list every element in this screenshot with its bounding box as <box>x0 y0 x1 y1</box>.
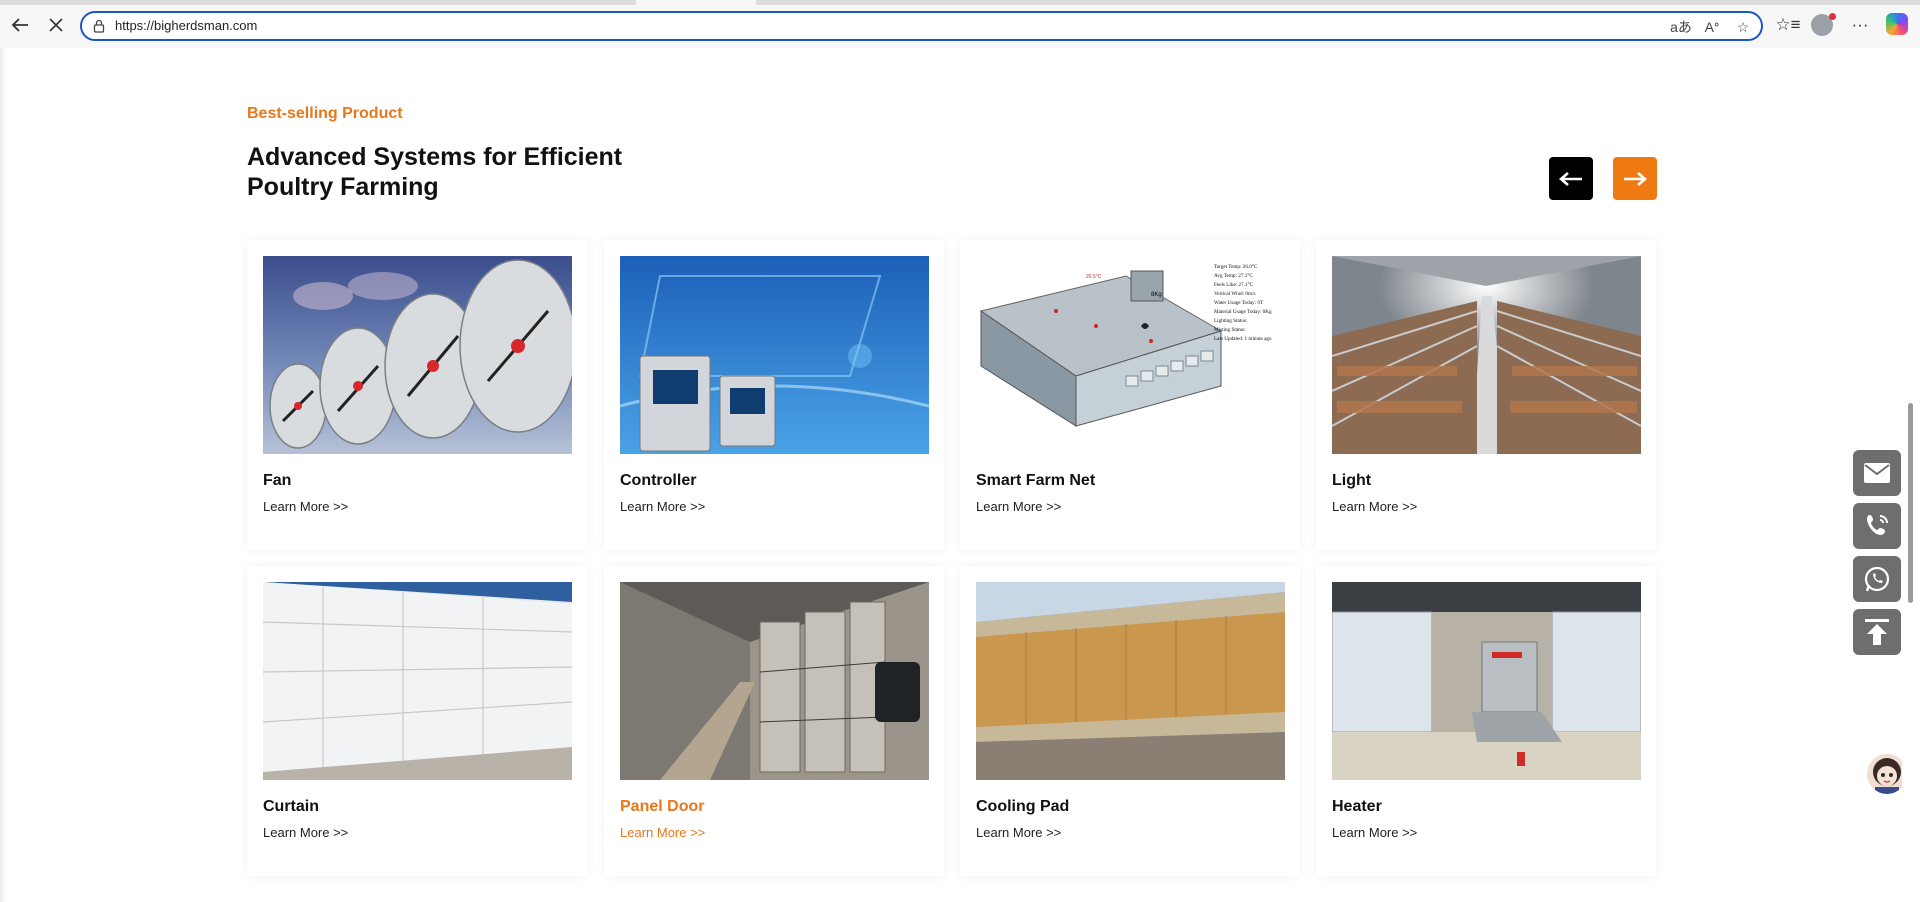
back-to-top-icon <box>1865 619 1889 645</box>
arrow-right-icon <box>1624 171 1647 186</box>
carousel-next-button[interactable] <box>1613 157 1657 200</box>
notification-dot <box>1829 13 1836 20</box>
smart-farm-stat: Feels Like: 27.1°C <box>1214 281 1254 288</box>
arrow-left-icon <box>1559 171 1582 186</box>
smart-farm-temp: 26.5°C <box>1086 274 1102 280</box>
url-text[interactable]: https://bigherdsman.com <box>115 18 257 33</box>
smart-farm-stat: Water Usage Today: 0T <box>1214 300 1264 306</box>
product-card-smart-farm-net[interactable]: 8Kg 26.5°C Target Temp: 26.0°C Avg Temp:… <box>960 240 1300 550</box>
product-title[interactable]: Curtain <box>263 798 319 816</box>
smart-farm-stat: Material Usage Today: 0Kg <box>1214 309 1272 315</box>
active-tab[interactable] <box>636 0 756 5</box>
learn-more-link[interactable]: Learn More >> <box>620 825 705 840</box>
learn-more-link[interactable]: Learn More >> <box>976 825 1061 840</box>
lock-icon <box>93 19 105 33</box>
panel-door-image[interactable] <box>620 582 929 780</box>
whatsapp-button[interactable] <box>1853 556 1901 602</box>
product-card-light[interactable]: Light Learn More >> <box>1316 240 1656 550</box>
product-card-cooling-pad[interactable]: Cooling Pad Learn More >> <box>960 566 1300 876</box>
product-title[interactable]: Heater <box>1332 798 1382 816</box>
favorite-star-icon[interactable]: ☆ <box>1732 17 1754 37</box>
learn-more-link[interactable]: Learn More >> <box>263 825 348 840</box>
section-heading: Advanced Systems for Efficient Poultry F… <box>247 143 623 201</box>
page-edge <box>0 48 6 902</box>
stop-loading-icon[interactable] <box>42 13 70 37</box>
light-image[interactable] <box>1332 256 1641 454</box>
smart-farm-weight: 8Kg <box>1151 292 1162 298</box>
product-title[interactable]: Light <box>1332 472 1371 490</box>
product-title[interactable]: Smart Farm Net <box>976 472 1095 490</box>
controller-image[interactable] <box>620 256 929 454</box>
page-content: Best-selling Product Advanced Systems fo… <box>0 48 1920 902</box>
smart-farm-stat: Misting Status: <box>1214 327 1246 333</box>
more-menu-icon[interactable]: ··· <box>1847 13 1873 37</box>
learn-more-link[interactable]: Learn More >> <box>976 499 1061 514</box>
chat-assistant-avatar[interactable] <box>1867 754 1907 794</box>
back-to-top-button[interactable] <box>1853 609 1901 655</box>
curtain-image[interactable] <box>263 582 572 780</box>
fan-image[interactable] <box>263 256 572 454</box>
phone-button[interactable] <box>1853 503 1901 549</box>
product-card-heater[interactable]: Heater Learn More >> <box>1316 566 1656 876</box>
read-aloud-icon[interactable]: A͏ᐤ <box>1701 17 1723 37</box>
scrollbar-thumb[interactable] <box>1908 403 1913 603</box>
copilot-icon[interactable] <box>1886 13 1908 35</box>
smart-farm-stat: Last Updated: 1 minute ago <box>1214 336 1272 342</box>
smart-farm-stat: Avg Temp: 27.1°C <box>1214 272 1253 279</box>
product-title[interactable]: Panel Door <box>620 798 704 816</box>
product-title[interactable]: Fan <box>263 472 291 490</box>
smart-farm-net-image[interactable]: 8Kg 26.5°C Target Temp: 26.0°C Avg Temp:… <box>976 256 1285 454</box>
product-title[interactable]: Cooling Pad <box>976 798 1069 816</box>
learn-more-link[interactable]: Learn More >> <box>620 499 705 514</box>
product-title[interactable]: Controller <box>620 472 696 490</box>
smart-farm-stat: Lighting Status: <box>1214 318 1248 324</box>
browser-toolbar: https://bigherdsman.com aあ A͏ᐤ ☆ ☆≡ ··· <box>0 0 1920 48</box>
product-card-panel-door[interactable]: Panel Door Learn More >> <box>604 566 944 876</box>
favorites-icon[interactable]: ☆≡ <box>1775 13 1801 37</box>
tab-strip <box>0 0 1920 5</box>
whatsapp-icon <box>1864 566 1890 592</box>
email-button[interactable] <box>1853 450 1901 496</box>
translate-icon[interactable]: aあ <box>1670 17 1692 37</box>
email-icon <box>1864 463 1890 483</box>
section-eyebrow: Best-selling Product <box>247 105 403 122</box>
product-card-curtain[interactable]: Curtain Learn More >> <box>247 566 587 876</box>
page-scrollbar[interactable] <box>1902 48 1920 902</box>
phone-icon <box>1867 515 1888 535</box>
address-bar[interactable]: https://bigherdsman.com aあ A͏ᐤ ☆ <box>80 11 1763 41</box>
learn-more-link[interactable]: Learn More >> <box>1332 825 1417 840</box>
back-arrow-icon[interactable] <box>6 13 34 37</box>
smart-farm-stat: Target Temp: 26.0°C <box>1214 263 1258 270</box>
learn-more-link[interactable]: Learn More >> <box>263 499 348 514</box>
smart-farm-stat: Vertical Wind: 0m/s <box>1214 291 1255 297</box>
learn-more-link[interactable]: Learn More >> <box>1332 499 1417 514</box>
product-card-fan[interactable]: Fan Learn More >> <box>247 240 587 550</box>
cooling-pad-image[interactable] <box>976 582 1285 780</box>
heater-image[interactable] <box>1332 582 1641 780</box>
product-card-controller[interactable]: Controller Learn More >> <box>604 240 944 550</box>
carousel-prev-button[interactable] <box>1549 157 1593 200</box>
